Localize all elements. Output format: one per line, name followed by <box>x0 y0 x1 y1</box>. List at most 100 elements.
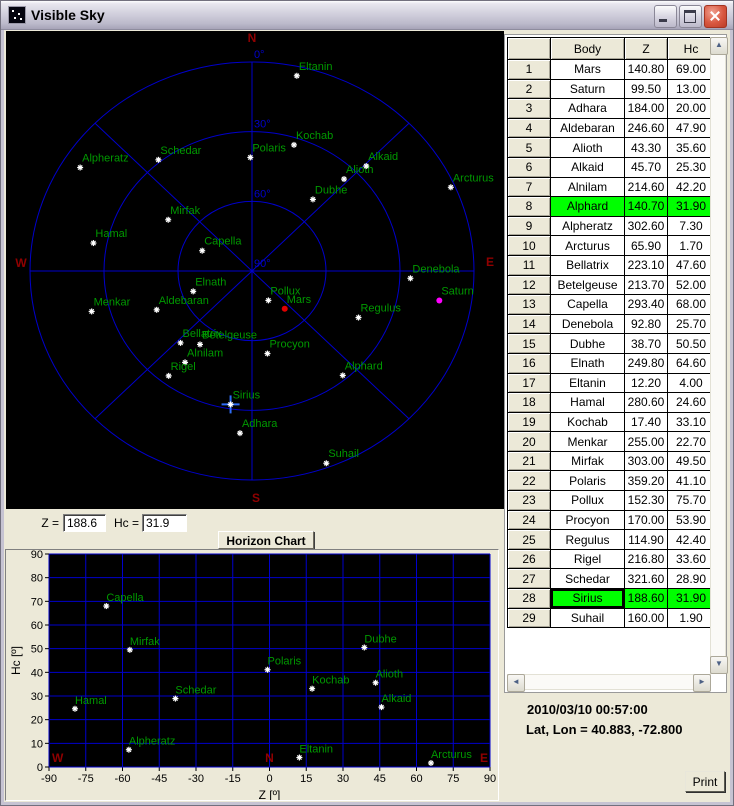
scroll-up-button[interactable]: ▲ <box>710 37 728 55</box>
body-data-cell[interactable]: 255.00 <box>625 432 668 452</box>
body-data-cell[interactable]: Sirius <box>551 589 625 609</box>
hc-input[interactable] <box>142 514 187 532</box>
body-data-cell[interactable]: 47.90 <box>668 118 715 138</box>
body-data-cell[interactable]: 140.70 <box>625 197 668 217</box>
print-button[interactable]: Print <box>685 771 725 792</box>
body-data-cell[interactable]: Betelgeuse <box>551 275 625 295</box>
row-number-cell[interactable]: 24 <box>508 510 551 530</box>
body-data-cell[interactable]: 31.90 <box>668 197 715 217</box>
body-data-cell[interactable]: Alpheratz <box>551 216 625 236</box>
row-number-cell[interactable]: 13 <box>508 295 551 315</box>
row-number-cell[interactable]: 8 <box>508 197 551 217</box>
body-data-cell[interactable]: Suhail <box>551 608 625 628</box>
row-number-cell[interactable]: 3 <box>508 99 551 119</box>
row-number-cell[interactable]: 16 <box>508 353 551 373</box>
body-data-cell[interactable]: 188.60 <box>625 589 668 609</box>
body-data-cell[interactable]: 303.00 <box>625 451 668 471</box>
body-data-cell[interactable]: 223.10 <box>625 255 668 275</box>
row-number-cell[interactable]: 7 <box>508 177 551 197</box>
body-data-cell[interactable]: 13.00 <box>668 79 715 99</box>
body-data-cell[interactable]: Mirfak <box>551 451 625 471</box>
row-number-cell[interactable]: 25 <box>508 530 551 550</box>
body-data-cell[interactable]: 53.90 <box>668 510 715 530</box>
body-data-cell[interactable]: 28.90 <box>668 569 715 589</box>
body-data-cell[interactable]: 64.60 <box>668 353 715 373</box>
body-data-cell[interactable]: 1.70 <box>668 236 715 256</box>
body-data-cell[interactable]: 216.80 <box>625 549 668 569</box>
body-data-cell[interactable]: Hamal <box>551 393 625 413</box>
row-number-cell[interactable]: 18 <box>508 393 551 413</box>
minimize-button[interactable] <box>654 5 677 28</box>
body-data-cell[interactable]: 140.80 <box>625 60 668 80</box>
body-data-cell[interactable]: Alioth <box>551 138 625 158</box>
body-data-cell[interactable]: 75.70 <box>668 491 715 511</box>
z-input[interactable] <box>63 514 106 532</box>
body-data-cell[interactable]: Saturn <box>551 79 625 99</box>
row-number-cell[interactable]: 21 <box>508 451 551 471</box>
body-data-cell[interactable]: Schedar <box>551 569 625 589</box>
row-number-cell[interactable]: 23 <box>508 491 551 511</box>
body-data-cell[interactable]: Procyon <box>551 510 625 530</box>
body-data-cell[interactable]: 52.00 <box>668 275 715 295</box>
body-data-cell[interactable]: 31.90 <box>668 589 715 609</box>
body-data-cell[interactable]: Polaris <box>551 471 625 491</box>
body-data-cell[interactable]: 160.00 <box>625 608 668 628</box>
body-data-cell[interactable]: Capella <box>551 295 625 315</box>
row-number-cell[interactable]: 1 <box>508 60 551 80</box>
body-data-cell[interactable]: 293.40 <box>625 295 668 315</box>
column-header-Z[interactable]: Z <box>625 38 668 60</box>
body-data-cell[interactable]: 249.80 <box>625 353 668 373</box>
body-data-cell[interactable]: 114.90 <box>625 530 668 550</box>
body-data-cell[interactable]: 50.50 <box>668 334 715 354</box>
body-data-cell[interactable]: 42.40 <box>668 530 715 550</box>
row-number-cell[interactable]: 4 <box>508 118 551 138</box>
vertical-scrollbar[interactable] <box>710 37 726 674</box>
body-data-cell[interactable]: 42.20 <box>668 177 715 197</box>
maximize-button[interactable] <box>679 5 702 28</box>
body-data-cell[interactable]: 33.10 <box>668 412 715 432</box>
body-data-cell[interactable]: 99.50 <box>625 79 668 99</box>
body-data-cell[interactable]: 184.00 <box>625 99 668 119</box>
row-number-cell[interactable]: 20 <box>508 432 551 452</box>
body-data-cell[interactable]: 68.00 <box>668 295 715 315</box>
body-data-cell[interactable]: 47.60 <box>668 255 715 275</box>
planet-marker-saturn[interactable] <box>436 298 442 304</box>
body-data-cell[interactable]: 43.30 <box>625 138 668 158</box>
body-data-cell[interactable]: 49.50 <box>668 451 715 471</box>
row-number-cell[interactable]: 15 <box>508 334 551 354</box>
row-number-cell[interactable]: 28 <box>508 589 551 609</box>
body-data-cell[interactable]: 214.60 <box>625 177 668 197</box>
body-data-cell[interactable]: 170.00 <box>625 510 668 530</box>
row-number-cell[interactable]: 22 <box>508 471 551 491</box>
body-data-cell[interactable]: 4.00 <box>668 373 715 393</box>
row-number-cell[interactable]: 5 <box>508 138 551 158</box>
body-data-cell[interactable]: 321.60 <box>625 569 668 589</box>
body-data-cell[interactable]: Regulus <box>551 530 625 550</box>
body-data-cell[interactable]: Rigel <box>551 549 625 569</box>
body-data-cell[interactable]: Alphard <box>551 197 625 217</box>
body-data-cell[interactable]: 12.20 <box>625 373 668 393</box>
body-data-cell[interactable]: 25.30 <box>668 157 715 177</box>
sky-chart[interactable]: 0°30°60°90°NSEWMarsSaturnAdharaAldebaran… <box>6 31 504 509</box>
body-data-cell[interactable]: 24.60 <box>668 393 715 413</box>
body-data-cell[interactable]: Pollux <box>551 491 625 511</box>
body-data-cell[interactable]: 22.70 <box>668 432 715 452</box>
body-data-cell[interactable]: 92.80 <box>625 314 668 334</box>
body-data-cell[interactable]: Alkaid <box>551 157 625 177</box>
row-number-cell[interactable]: 12 <box>508 275 551 295</box>
body-data-cell[interactable]: 152.30 <box>625 491 668 511</box>
row-number-cell[interactable]: 26 <box>508 549 551 569</box>
row-number-cell[interactable]: 9 <box>508 216 551 236</box>
row-number-cell[interactable]: 19 <box>508 412 551 432</box>
row-number-cell[interactable]: 17 <box>508 373 551 393</box>
row-number-cell[interactable]: 14 <box>508 314 551 334</box>
column-header-Body[interactable]: Body <box>551 38 625 60</box>
row-number-cell[interactable]: 6 <box>508 157 551 177</box>
body-data-cell[interactable]: 1.90 <box>668 608 715 628</box>
body-data-cell[interactable]: Eltanin <box>551 373 625 393</box>
body-data-cell[interactable]: 69.00 <box>668 60 715 80</box>
body-data-cell[interactable]: Elnath <box>551 353 625 373</box>
row-number-cell[interactable]: 2 <box>508 79 551 99</box>
body-data-cell[interactable]: Denebola <box>551 314 625 334</box>
row-number-cell[interactable]: 29 <box>508 608 551 628</box>
